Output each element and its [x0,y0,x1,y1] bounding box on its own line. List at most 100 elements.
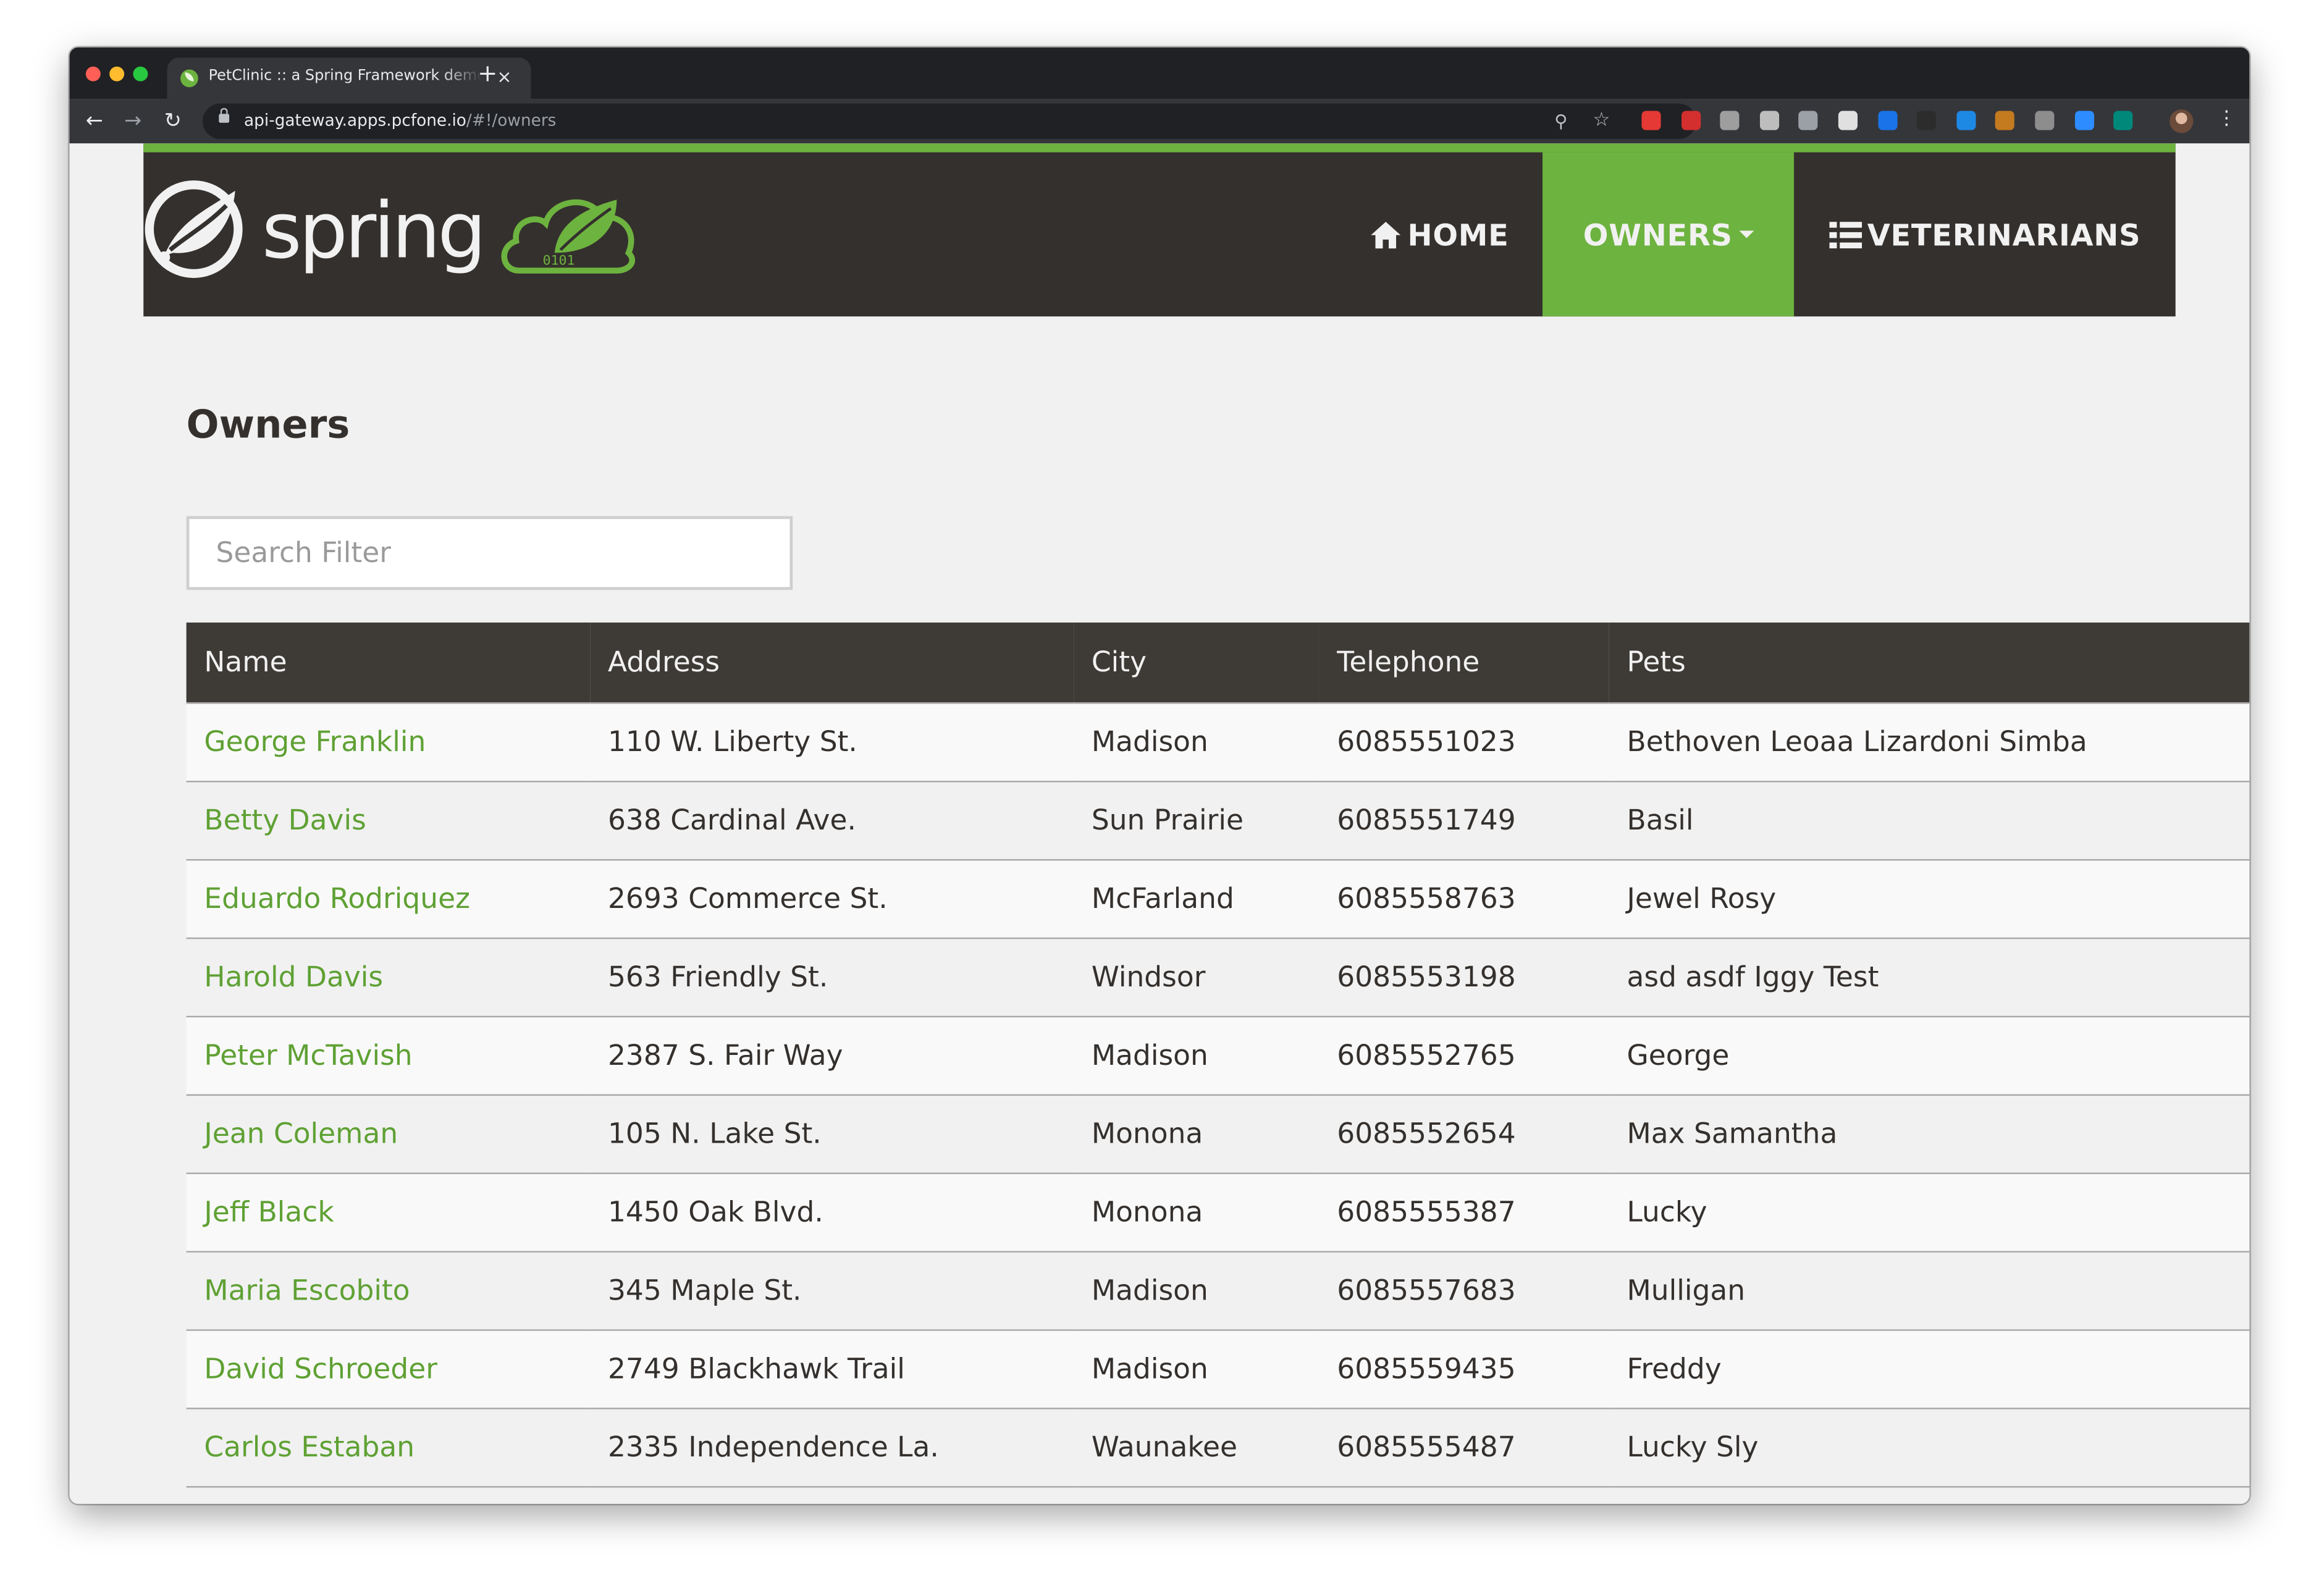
window-close-button[interactable] [85,66,101,82]
owner-name-cell: David Schroeder [186,1329,591,1408]
column-header-city[interactable]: City [1074,622,1319,703]
owners-table-body: George Franklin 110 W. Liberty St. Madison… [186,702,2250,1487]
owner-name-link[interactable]: Betty Davis [204,804,366,836]
nav-veterinarians-label: VETERINARIANS [1867,216,2141,253]
cloud-leaf-icon: 0101 [501,199,636,274]
owner-name-cell: Carlos Estaban [186,1406,591,1487]
pets-cell: Lucky [1609,1172,2250,1251]
address-cell: 2749 Blackhawk Trail [590,1329,1074,1408]
owner-name-link[interactable]: Harold Davis [204,960,383,993]
list-icon [1829,220,1862,248]
table-row: George Franklin 110 W. Liberty St. Madison… [186,702,2250,781]
nav-home-label: HOME [1407,216,1509,253]
city-cell: Monona [1074,1093,1319,1173]
lock-icon[interactable] [219,107,230,123]
city-cell: Windsor [1074,936,1319,1016]
pets-cell: Lucky Sly [1609,1406,2250,1487]
page-content: spring 0101 HOME OWNERS VETERINARIANS Ow… [69,143,2250,1504]
extension-icon[interactable] [1956,111,1976,130]
nav-owners-label: OWNERS [1583,216,1733,253]
browser-tab[interactable]: PetClinic :: a Spring Framework demonstr… [167,57,531,99]
owner-name-link[interactable]: Eduardo Rodriquez [204,882,470,915]
spring-logo[interactable]: spring 0101 [143,176,646,280]
spring-circle-icon [145,180,243,279]
extension-icon[interactable] [1681,111,1701,130]
search-filter-input[interactable] [186,516,793,590]
navbar: spring 0101 HOME OWNERS VETERINARIANS [143,143,2176,317]
address-cell: 2693 Commerce St. [590,858,1074,938]
owner-name-cell: George Franklin [186,702,591,781]
telephone-cell: 6085555487 [1319,1406,1609,1487]
table-row: Carlos Estaban 2335 Independence La. Wauna… [186,1406,2250,1487]
nav-veterinarians[interactable]: VETERINARIANS [1794,153,2176,317]
owner-name-link[interactable]: Carlos Estaban [204,1430,415,1463]
url-host: api-gateway.apps.pcfone.io [244,111,466,130]
owner-name-link[interactable]: David Schroeder [204,1352,437,1385]
tab-close-icon[interactable]: × [497,67,511,88]
owners-table: Name Address City Telephone Pets George … [186,622,2250,1487]
column-header-telephone[interactable]: Telephone [1319,622,1609,703]
pets-cell: Mulligan [1609,1250,2250,1330]
back-arrow-icon[interactable]: ← [86,109,103,133]
extension-icon[interactable] [1877,111,1897,130]
extension-icon[interactable] [1917,111,1937,130]
table-row: Eduardo Rodriquez 2693 Commerce St. McFarl… [186,858,2250,938]
column-header-pets[interactable]: Pets [1609,622,2250,703]
brand-wordmark: spring [261,188,487,277]
pets-cell: asd asdf Iggy Test [1609,936,2250,1016]
window-minimize-button[interactable] [109,66,125,82]
menu-dots-icon[interactable]: ⋮ [2217,108,2236,132]
extension-icon[interactable] [2074,111,2094,130]
url-path: /#!/owners [466,111,557,130]
address-cell: 345 Maple St. [590,1250,1074,1330]
extension-icon[interactable] [1799,111,1819,130]
city-cell: Sun Prairie [1074,779,1319,859]
pets-cell: Freddy [1609,1329,2250,1408]
owner-name-cell: Jean Coleman [186,1093,591,1173]
telephone-cell: 6085555387 [1319,1172,1609,1251]
owner-name-link[interactable]: Jean Coleman [204,1117,398,1150]
tab-strip: PetClinic :: a Spring Framework demonstr… [69,47,2250,99]
extension-icon[interactable] [1720,111,1740,130]
owner-name-link[interactable]: George Franklin [204,725,426,758]
extension-icon[interactable] [2035,111,2055,130]
nav-home[interactable]: HOME [1336,153,1542,317]
table-row: Betty Davis 638 Cardinal Ave. Sun Prairie 6… [186,779,2250,859]
city-cell: Monona [1074,1172,1319,1251]
telephone-cell: 6085552765 [1319,1015,1609,1094]
pets-cell: Jewel Rosy [1609,858,2250,938]
telephone-cell: 6085552654 [1319,1093,1609,1173]
column-header-address[interactable]: Address [590,622,1074,703]
telephone-cell: 6085551023 [1319,702,1609,781]
star-icon[interactable]: ☆ [1593,109,1610,132]
extension-icon[interactable] [1759,111,1779,130]
owner-name-link[interactable]: Peter McTavish [204,1039,412,1072]
owner-name-link[interactable]: Jeff Black [204,1196,334,1228]
column-header-name[interactable]: Name [186,622,591,703]
owner-name-cell: Betty Davis [186,779,591,859]
nav-owners-dropdown[interactable]: OWNERS [1542,152,1795,317]
extension-icon[interactable] [2113,111,2133,130]
reload-icon[interactable]: ↻ [164,109,182,133]
extension-icon[interactable] [1641,111,1661,130]
forward-arrow-icon[interactable]: → [124,109,141,133]
window-maximize-button[interactable] [133,66,148,82]
url-text[interactable]: api-gateway.apps.pcfone.io/#!/owners [244,111,556,132]
profile-avatar[interactable] [2170,109,2194,133]
new-tab-button[interactable]: + [478,60,497,87]
zoom-icon[interactable]: ⚲ [1554,111,1567,132]
city-cell: Madison [1074,702,1319,781]
browser-window: PetClinic :: a Spring Framework demonstr… [69,47,2250,1504]
telephone-cell: 6085559435 [1319,1329,1609,1408]
page-title: Owners [186,403,350,448]
extension-icon[interactable] [1995,111,2015,130]
caret-down-icon [1738,230,1754,238]
tab-title: PetClinic :: a Spring Framework demonstr… [208,68,482,85]
owner-name-cell: Maria Escobito [186,1250,591,1330]
telephone-cell: 6085551749 [1319,779,1609,859]
owner-name-link[interactable]: Maria Escobito [204,1274,410,1307]
telephone-cell: 6085553198 [1319,936,1609,1016]
extension-icon[interactable] [1838,111,1858,130]
address-bar[interactable]: api-gateway.apps.pcfone.io/#!/owners ⚲ ☆ [202,103,1697,140]
browser-toolbar: ← → ↻ api-gateway.apps.pcfone.io/#!/owne… [69,99,2250,144]
